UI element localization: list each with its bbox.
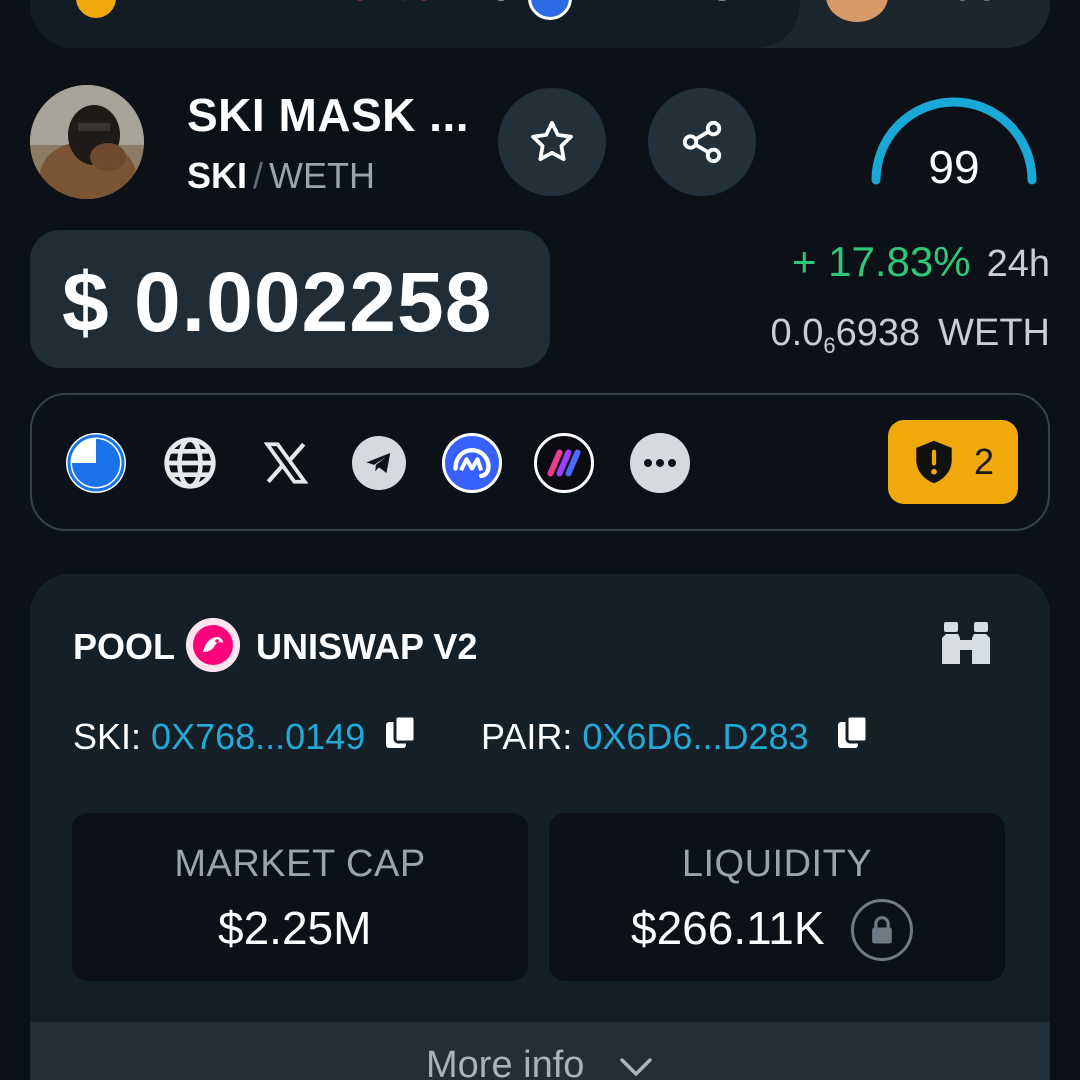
share-icon	[682, 120, 722, 164]
pair-address: PAIR: 0X6D6...D283	[481, 716, 809, 758]
pair-separator: /	[253, 155, 264, 196]
token-avatar	[30, 85, 144, 199]
usd-price: $ 0.002258	[62, 255, 493, 349]
liquidity-value: $266.11K	[631, 902, 825, 954]
copy-icon[interactable]	[836, 714, 870, 752]
ticker-change-1: 14.07%	[290, 0, 432, 8]
star-icon	[531, 120, 573, 161]
more-info-label: More info	[426, 1044, 585, 1080]
coinmarketcap-icon[interactable]	[442, 433, 502, 493]
audit-warning-button[interactable]: 2	[888, 420, 1018, 504]
share-button[interactable]	[648, 88, 756, 196]
weth-digits: 6938	[835, 312, 921, 354]
telegram-icon[interactable]	[352, 436, 406, 490]
pool-label: POOL	[73, 626, 176, 667]
pair-address-key: PAIR:	[481, 716, 573, 757]
token-name: SKI MASK ...	[187, 89, 470, 141]
ticker-change-2: +4	[762, 0, 810, 8]
market-cap-value: $2.25M	[218, 902, 372, 954]
chevron-down-icon	[620, 1058, 652, 1076]
token-address: SKI: 0X768...0149	[73, 716, 365, 758]
weth-zero-count: 6	[823, 333, 836, 358]
more-icon[interactable]	[630, 433, 690, 493]
globe-icon[interactable]	[160, 433, 220, 493]
token-address-key: SKI:	[73, 716, 142, 757]
market-cap-card: MARKET CAP $2.25M	[72, 813, 528, 981]
score-value: 99	[928, 141, 980, 193]
binoculars-icon[interactable]	[940, 620, 992, 666]
change-period: 24h	[986, 243, 1050, 285]
liquidity-label: LIQUIDITY	[681, 843, 873, 885]
ticker-value-3: 4.06M	[916, 0, 1033, 8]
quote-symbol: WETH	[269, 155, 376, 196]
copy-icon[interactable]	[384, 714, 418, 752]
base-symbol: SKI	[187, 155, 248, 196]
pair-address-link[interactable]: 0X6D6...D283	[582, 716, 808, 757]
lock-icon[interactable]	[851, 899, 913, 961]
weth-prefix: 0.0	[770, 312, 824, 354]
ticker-rank-2: #3	[466, 0, 513, 8]
token-address-link[interactable]: 0X768...0149	[151, 716, 365, 757]
weth-unit: WETH	[938, 312, 1050, 354]
shield-alert-icon	[916, 440, 952, 484]
audit-count: 2	[973, 441, 995, 482]
moonshot-icon[interactable]	[534, 433, 594, 493]
x-icon[interactable]	[256, 433, 316, 493]
weth-price: 0.066938 WETH	[771, 312, 1051, 359]
price-change: + 17.83% 24h	[792, 238, 1050, 286]
market-cap-label: MARKET CAP	[174, 843, 426, 885]
ticker-symbol-2: DEMBO	[582, 0, 738, 8]
token-pair: SKI / WETH	[187, 155, 375, 197]
liquidity-card: LIQUIDITY $266.11K	[549, 813, 1005, 981]
change-24h: + 17.83%	[791, 238, 971, 285]
dex-name: UNISWAP V2	[256, 626, 478, 667]
website-icon[interactable]	[66, 433, 126, 493]
favorite-button[interactable]	[498, 88, 606, 196]
uniswap-logo-icon	[186, 618, 240, 672]
